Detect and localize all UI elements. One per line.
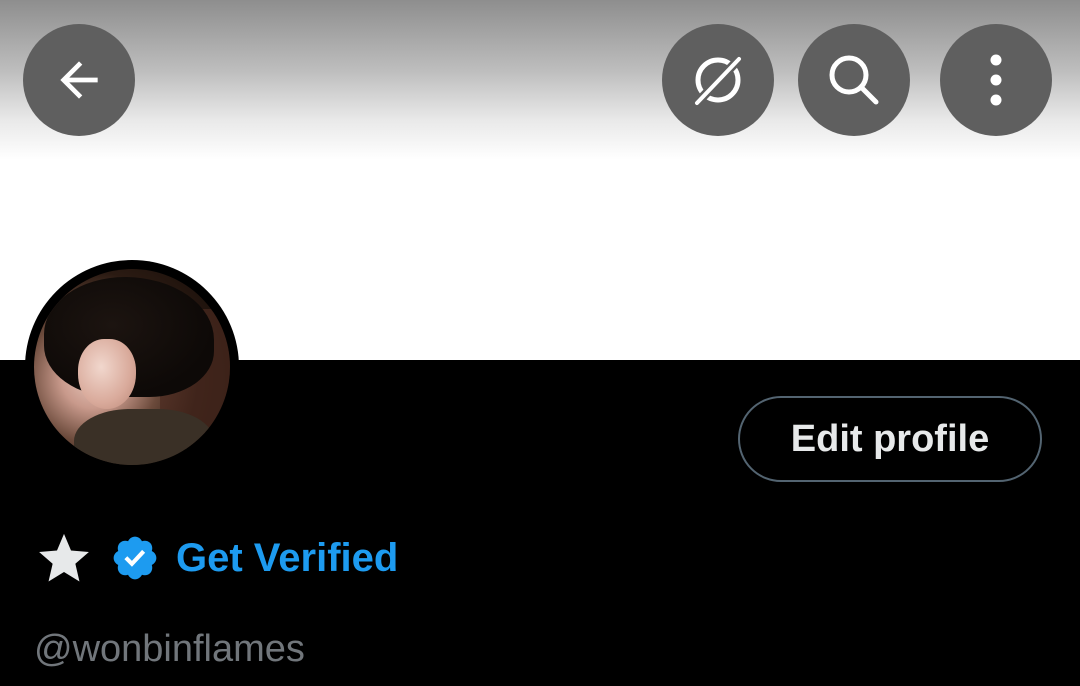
search-button[interactable]: [798, 24, 910, 136]
star-icon: [39, 533, 89, 582]
edit-profile-button[interactable]: Edit profile: [738, 396, 1042, 482]
more-vertical-icon: [990, 54, 1002, 106]
get-verified-link[interactable]: Get Verified: [176, 536, 398, 581]
avatar-face: [78, 339, 136, 409]
more-options-button[interactable]: [940, 24, 1052, 136]
avatar-shirt: [74, 409, 214, 465]
grok-icon: [690, 52, 746, 110]
back-button[interactable]: [23, 24, 135, 136]
arrow-left-icon: [60, 61, 98, 99]
search-icon: [829, 55, 879, 105]
avatar[interactable]: [34, 269, 230, 465]
avatar-container[interactable]: [25, 260, 239, 474]
username-handle: @wonbinflames: [34, 628, 305, 670]
verified-badge-icon: [113, 536, 157, 580]
grok-button[interactable]: [662, 24, 774, 136]
display-name-row: Get Verified: [34, 528, 398, 588]
